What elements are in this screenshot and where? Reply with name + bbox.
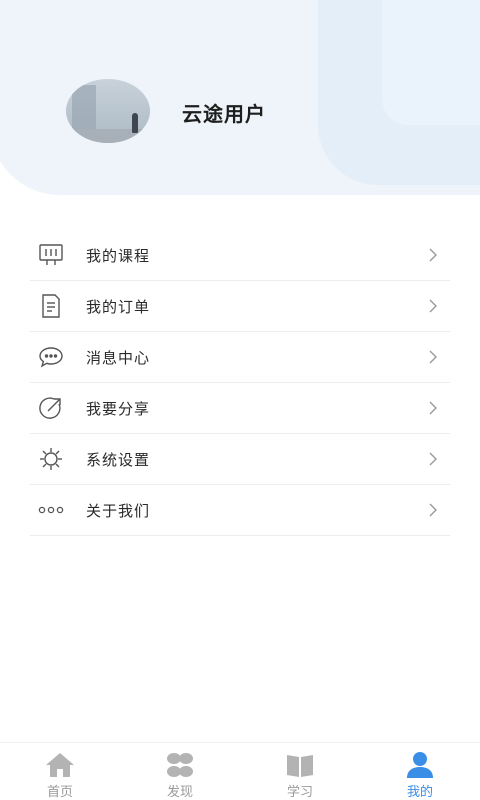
menu-item-my-orders[interactable]: 我的订单	[30, 281, 450, 332]
chevron-right-icon	[426, 349, 440, 365]
chevron-right-icon	[426, 400, 440, 416]
menu-item-my-courses[interactable]: 我的课程	[30, 230, 450, 281]
menu-item-about-us[interactable]: 关于我们	[30, 485, 450, 536]
chevron-right-icon	[426, 502, 440, 518]
tab-label: 发现	[166, 785, 193, 800]
menu-list: 我的课程 我的订单 消息中心 我要分享 系统设置 关于我们	[30, 230, 450, 536]
chevron-right-icon	[426, 298, 440, 314]
username[interactable]: 云途用户	[182, 98, 266, 127]
menu-item-label: 我要分享	[86, 399, 151, 418]
tab-study[interactable]: 学习	[240, 743, 360, 800]
menu-item-label: 消息中心	[86, 348, 151, 367]
bottom-tab-bar: 首页 发现 学习 我的	[0, 742, 480, 800]
chevron-right-icon	[426, 451, 440, 467]
menu-item-system-settings[interactable]: 系统设置	[30, 434, 450, 485]
menu-item-label: 我的课程	[86, 246, 151, 265]
menu-item-share[interactable]: 我要分享	[30, 383, 450, 434]
menu-item-label: 系统设置	[86, 450, 151, 469]
tab-label: 首页	[46, 785, 73, 800]
share-icon	[38, 395, 64, 421]
tab-label: 我的	[406, 785, 433, 800]
message-bubble-icon	[38, 344, 64, 370]
header-decoration-inner	[382, 0, 480, 125]
settings-gear-icon	[38, 446, 64, 472]
tab-discover[interactable]: 发现	[120, 743, 240, 800]
order-document-icon	[38, 293, 64, 319]
avatar[interactable]	[66, 79, 150, 143]
home-icon	[44, 751, 76, 779]
tab-label: 学习	[286, 785, 313, 800]
menu-item-label: 我的订单	[86, 297, 151, 316]
menu-item-message-center[interactable]: 消息中心	[30, 332, 450, 383]
book-icon	[284, 751, 316, 779]
course-board-icon	[38, 242, 64, 268]
tab-mine[interactable]: 我的	[360, 743, 480, 800]
tab-home[interactable]: 首页	[0, 743, 120, 800]
user-icon	[404, 751, 436, 779]
menu-item-label: 关于我们	[86, 501, 151, 520]
chevron-right-icon	[426, 247, 440, 263]
discover-icon	[164, 751, 196, 779]
more-dots-icon	[38, 497, 64, 523]
